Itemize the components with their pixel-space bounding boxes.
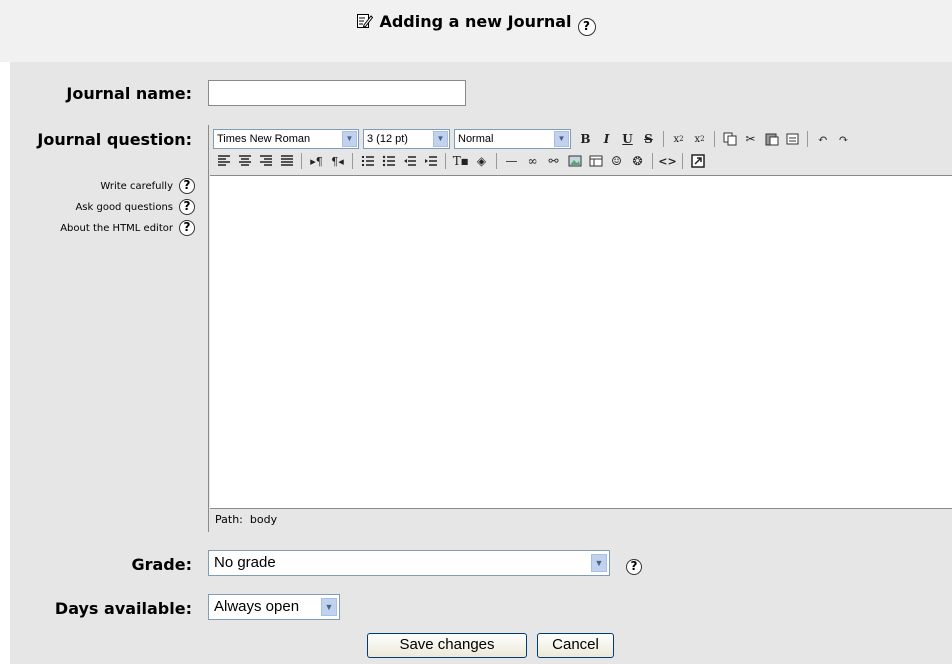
unlink-icon[interactable]: ⚯ bbox=[544, 151, 563, 171]
ltr-icon[interactable]: ▸¶ bbox=[307, 151, 326, 171]
help-icon[interactable]: ? bbox=[626, 555, 642, 575]
help-icon[interactable]: ? bbox=[179, 220, 195, 236]
journal-question-label: Journal question: bbox=[37, 130, 192, 149]
special-char-icon[interactable]: ❂ bbox=[628, 151, 647, 171]
subscript-icon[interactable]: x2 bbox=[669, 129, 688, 149]
redo-icon[interactable]: ↷ bbox=[834, 129, 853, 149]
outdent-icon[interactable] bbox=[400, 151, 419, 171]
editor-toolbar-row-2: ▸¶ ¶◂ T ■ ◈ — ∞ ⚯ ☺ ❂ <> bbox=[213, 150, 708, 172]
help-icon[interactable]: ? bbox=[179, 199, 195, 215]
bold-icon[interactable]: B bbox=[576, 129, 595, 149]
grade-select[interactable]: No grade ▼ bbox=[208, 550, 610, 576]
align-justify-icon[interactable] bbox=[277, 151, 296, 171]
help-ask-good-questions[interactable]: Ask good questions? bbox=[75, 199, 195, 215]
toolbar-separator bbox=[496, 153, 497, 169]
toolbar-separator bbox=[445, 153, 446, 169]
editor-path: Path: body bbox=[215, 513, 278, 526]
help-icon[interactable]: ? bbox=[179, 178, 195, 194]
editor-content-area[interactable] bbox=[210, 175, 952, 509]
table-icon[interactable] bbox=[586, 151, 605, 171]
toolbar-separator bbox=[652, 153, 653, 169]
strikethrough-icon[interactable]: S bbox=[639, 129, 658, 149]
background-color-icon[interactable]: ◈ bbox=[472, 151, 491, 171]
edit-document-icon bbox=[356, 12, 374, 33]
toolbar-separator bbox=[807, 131, 808, 147]
toolbar-separator bbox=[663, 131, 664, 147]
help-write-carefully[interactable]: Write carefully? bbox=[100, 178, 195, 194]
font-family-select[interactable]: Times New Roman ▼ bbox=[213, 129, 359, 149]
text-color-icon[interactable]: T ■ bbox=[451, 151, 470, 171]
align-left-icon[interactable] bbox=[214, 151, 233, 171]
help-about-html-editor[interactable]: About the HTML editor? bbox=[60, 220, 195, 236]
unordered-list-icon[interactable] bbox=[379, 151, 398, 171]
link-icon[interactable]: ∞ bbox=[523, 151, 542, 171]
days-available-select[interactable]: Always open ▼ bbox=[208, 594, 340, 620]
editor-toolbar-row-1: Times New Roman ▼ 3 (12 pt) ▼ Normal ▼ B I … bbox=[213, 128, 854, 150]
chevron-down-icon: ▼ bbox=[554, 131, 569, 147]
chevron-down-icon: ▼ bbox=[591, 554, 607, 572]
page-heading: Adding a new Journal? bbox=[0, 12, 952, 36]
clean-word-icon[interactable] bbox=[783, 129, 802, 149]
html-source-icon[interactable]: <> bbox=[658, 151, 677, 171]
toolbar-separator bbox=[301, 153, 302, 169]
toolbar-separator bbox=[682, 153, 683, 169]
format-select[interactable]: Normal ▼ bbox=[454, 129, 571, 149]
chevron-down-icon: ▼ bbox=[342, 131, 357, 147]
image-icon[interactable] bbox=[565, 151, 584, 171]
paste-icon[interactable] bbox=[762, 129, 781, 149]
font-size-select[interactable]: 3 (12 pt) ▼ bbox=[363, 129, 450, 149]
italic-icon[interactable]: I bbox=[597, 129, 616, 149]
cancel-button[interactable]: Cancel bbox=[537, 633, 614, 658]
chevron-down-icon: ▼ bbox=[433, 131, 448, 147]
cut-icon[interactable]: ✂ bbox=[741, 129, 760, 149]
align-center-icon[interactable] bbox=[235, 151, 254, 171]
days-available-label: Days available: bbox=[54, 599, 192, 618]
undo-icon[interactable]: ↶ bbox=[813, 129, 832, 149]
toolbar-separator bbox=[714, 131, 715, 147]
save-changes-button[interactable]: Save changes bbox=[367, 633, 527, 658]
underline-icon[interactable]: U bbox=[618, 129, 637, 149]
smiley-icon[interactable]: ☺ bbox=[607, 151, 626, 171]
superscript-icon[interactable]: x2 bbox=[690, 129, 709, 149]
horizontal-rule-icon[interactable]: — bbox=[502, 151, 521, 171]
ordered-list-icon[interactable] bbox=[358, 151, 377, 171]
journal-name-input[interactable] bbox=[208, 80, 466, 106]
help-icon[interactable]: ? bbox=[577, 15, 596, 36]
page-title: Adding a new Journal bbox=[379, 12, 572, 31]
copy-icon[interactable] bbox=[720, 129, 739, 149]
journal-name-label: Journal name: bbox=[66, 84, 192, 103]
fullscreen-icon[interactable] bbox=[688, 151, 707, 171]
indent-icon[interactable] bbox=[421, 151, 440, 171]
chevron-down-icon: ▼ bbox=[321, 598, 337, 616]
rtl-icon[interactable]: ¶◂ bbox=[328, 151, 347, 171]
align-right-icon[interactable] bbox=[256, 151, 275, 171]
grade-label: Grade: bbox=[131, 555, 192, 574]
html-editor: Times New Roman ▼ 3 (12 pt) ▼ Normal ▼ B I … bbox=[208, 125, 952, 532]
toolbar-separator bbox=[352, 153, 353, 169]
